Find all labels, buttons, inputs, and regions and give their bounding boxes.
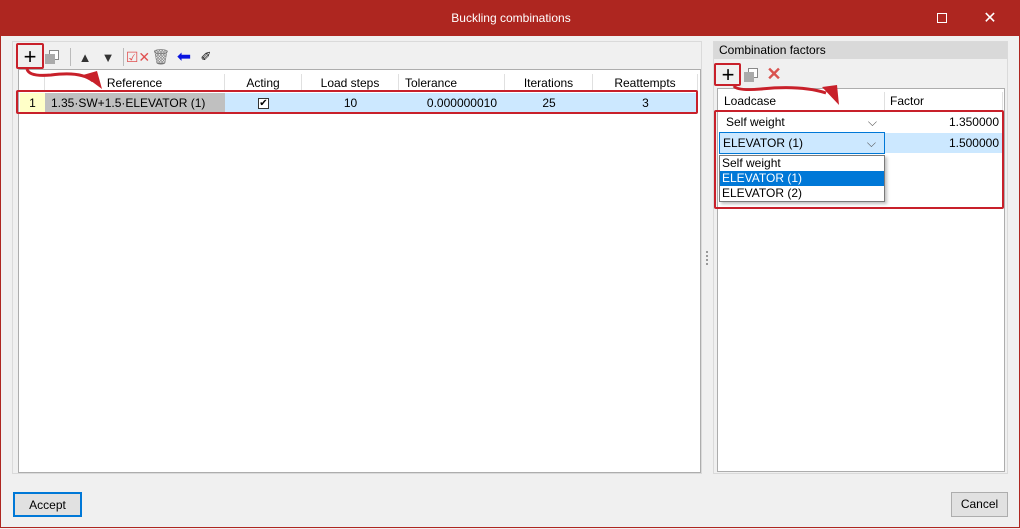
dialog-window: Buckling combinations ✕ + ▲ ▼ ☑✕ 🗑 ⬅ ✐ R…: [0, 0, 1020, 528]
annotation-arrows: [25, 68, 839, 105]
